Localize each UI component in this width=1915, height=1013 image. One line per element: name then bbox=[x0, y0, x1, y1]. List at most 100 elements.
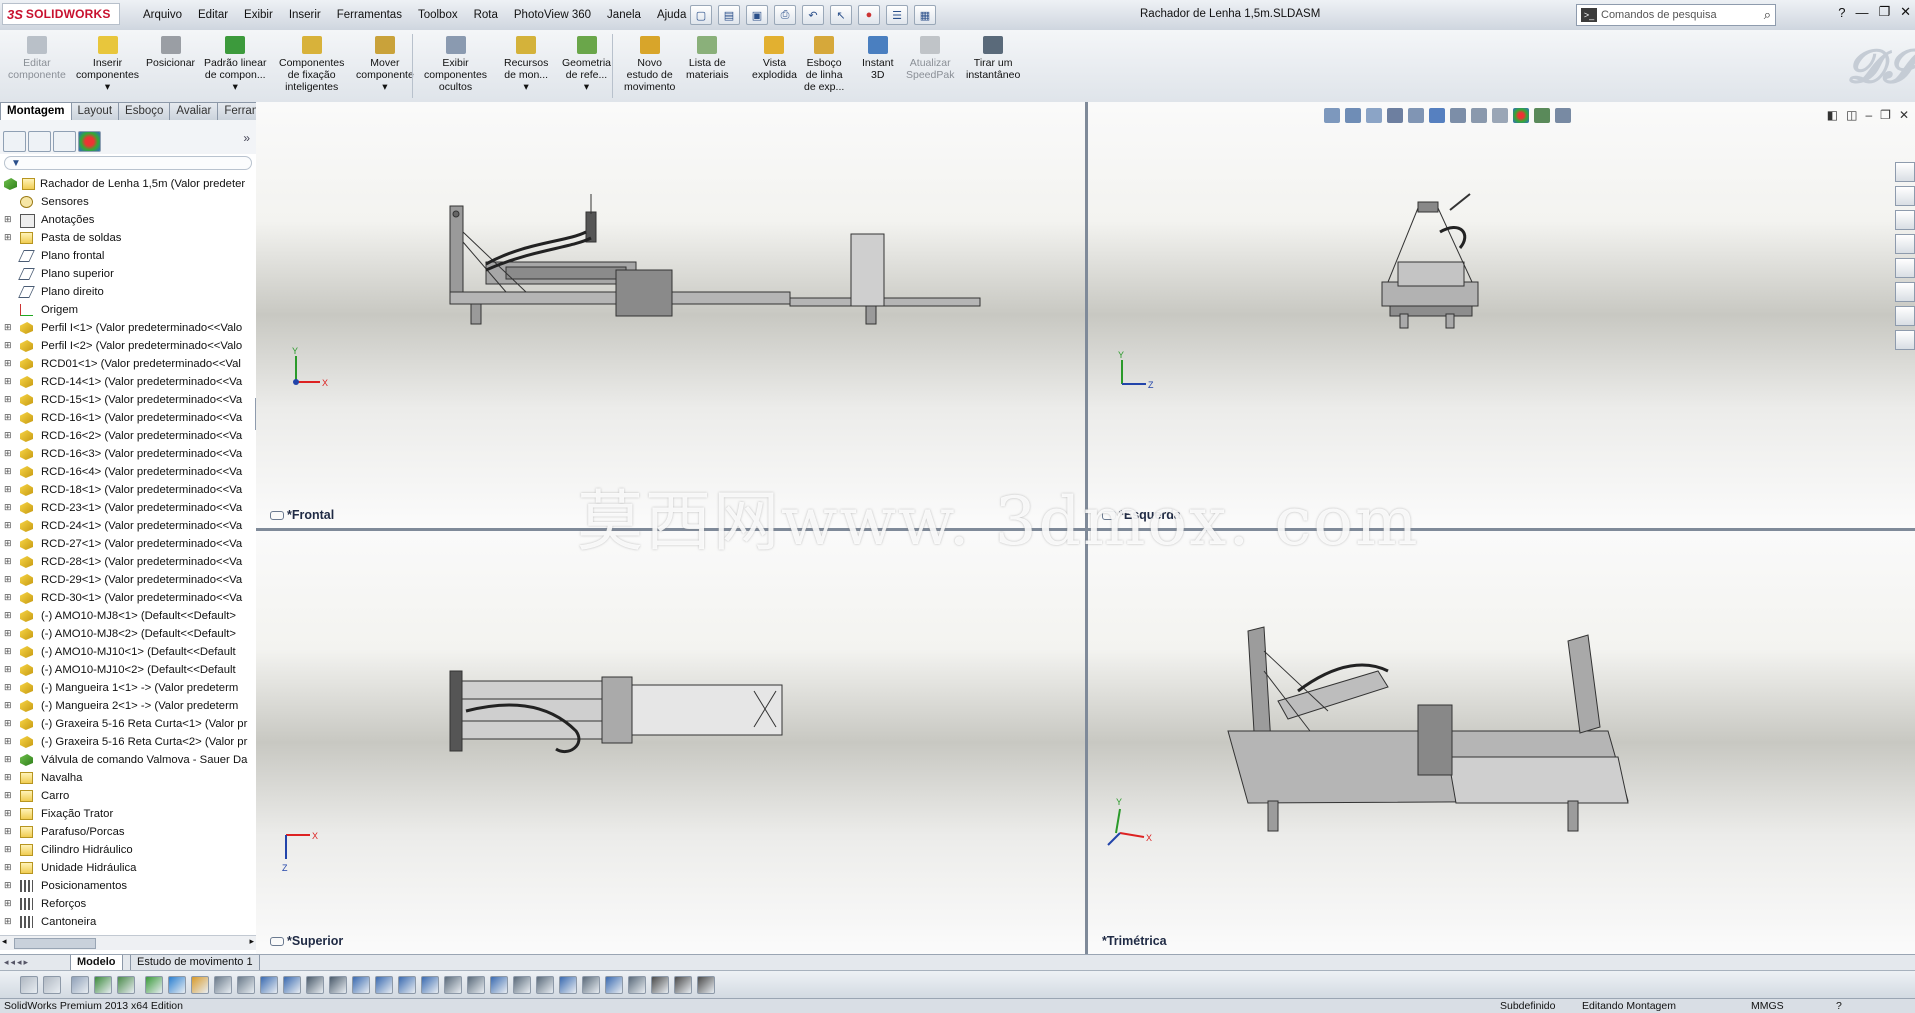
expand-icon[interactable]: ⊞ bbox=[4, 719, 12, 728]
tree-item[interactable]: ⊞ RCD-18<1> (Valor predeterminado<<Va bbox=[0, 481, 256, 499]
command-button-15[interactable]: Tirar um instantâneo bbox=[966, 36, 1020, 81]
viewport-close-icon[interactable]: ✕ bbox=[1899, 108, 1909, 122]
tree-filter-field[interactable]: ▼ bbox=[4, 156, 252, 170]
rebuild-icon[interactable]: ● bbox=[858, 5, 880, 25]
zoom-to-fit-icon[interactable] bbox=[1324, 108, 1340, 123]
expand-icon[interactable]: ⊞ bbox=[4, 863, 12, 872]
tree-item[interactable]: ⊞ Reforços bbox=[0, 895, 256, 913]
expand-icon[interactable]: ⊞ bbox=[4, 647, 12, 656]
tree-root-assembly[interactable]: Rachador de Lenha 1,5m (Valor predeter bbox=[0, 175, 256, 193]
two-view-icon[interactable]: ◫ bbox=[1846, 108, 1857, 122]
expand-icon[interactable]: ⊞ bbox=[4, 629, 12, 638]
search-input[interactable]: Comandos de pesquisa bbox=[1601, 9, 1717, 21]
view-toolbar-icon-18[interactable] bbox=[444, 976, 462, 994]
viewport-esquerda[interactable]: Y Z ◧ ◫ – ❐ ✕ *Esquerda bbox=[1088, 102, 1915, 528]
view-toolbar-icon-13[interactable] bbox=[329, 976, 347, 994]
viewport-trimetrica[interactable]: Y X *Trimétrica bbox=[1088, 531, 1915, 954]
restore-icon[interactable]: ❐ bbox=[1878, 4, 1890, 20]
single-view-icon[interactable]: ◧ bbox=[1827, 108, 1838, 122]
tree-item[interactable]: ⊞ RCD-24<1> (Valor predeterminado<<Va bbox=[0, 517, 256, 535]
command-button-0[interactable]: Editar componente bbox=[8, 36, 66, 81]
displaymanager-tab-icon[interactable] bbox=[78, 131, 101, 152]
edit-appearance-icon[interactable] bbox=[1492, 108, 1508, 123]
view-palette-icon[interactable] bbox=[1895, 234, 1915, 254]
view-settings-icon[interactable] bbox=[1534, 108, 1550, 123]
expand-icon[interactable]: ⊞ bbox=[4, 323, 12, 332]
solidworks-resources-icon[interactable] bbox=[1895, 162, 1915, 182]
view-toolbar-icon-24[interactable] bbox=[582, 976, 600, 994]
view-toolbar-icon-1[interactable] bbox=[43, 976, 61, 994]
tree-item[interactable]: ⊞ Carro bbox=[0, 787, 256, 805]
expand-icon[interactable]: ⊞ bbox=[4, 593, 12, 602]
view-toolbar-icon-11[interactable] bbox=[283, 976, 301, 994]
command-button-3[interactable]: Padrão linear de compon... ▾ bbox=[204, 36, 266, 93]
render-tools-icon[interactable] bbox=[1555, 108, 1571, 123]
tree-item[interactable]: ⊞ (-) Graxeira 5-16 Reta Curta<2> (Valor … bbox=[0, 733, 256, 751]
tab-3[interactable]: Avaliar bbox=[170, 102, 219, 121]
expand-icon[interactable]: ⊞ bbox=[4, 881, 12, 890]
view-orientation-icon[interactable] bbox=[1429, 108, 1445, 123]
print-icon[interactable]: ⎙ bbox=[774, 5, 796, 25]
photoview-icon[interactable] bbox=[1895, 306, 1915, 326]
help-icon[interactable]: ? bbox=[1836, 999, 1842, 1013]
tree-item[interactable]: ⊞ Fixação Trator bbox=[0, 805, 256, 823]
tree-item[interactable]: ⊞ RCD-15<1> (Valor predeterminado<<Va bbox=[0, 391, 256, 409]
tree-item[interactable]: ⊞ (-) AMO10-MJ8<2> (Default<<Default> bbox=[0, 625, 256, 643]
search-icon[interactable]: ⌕ bbox=[1764, 7, 1771, 23]
tree-item[interactable]: Plano direito bbox=[0, 283, 256, 301]
command-button-1[interactable]: Inserir componentes ▾ bbox=[76, 36, 139, 93]
scrollbar-thumb[interactable] bbox=[14, 938, 96, 949]
view-toolbar-icon-22[interactable] bbox=[536, 976, 554, 994]
expand-icon[interactable]: ⊞ bbox=[4, 503, 12, 512]
view-toolbar-icon-4[interactable] bbox=[117, 976, 135, 994]
command-button-8[interactable]: Geometria de refe... ▾ bbox=[562, 36, 611, 93]
section-view-icon[interactable] bbox=[1387, 108, 1403, 123]
expand-icon[interactable]: ⊞ bbox=[4, 827, 12, 836]
tree-item[interactable]: ⊞ RCD-14<1> (Valor predeterminado<<Va bbox=[0, 373, 256, 391]
menu-1[interactable]: Editar bbox=[190, 9, 236, 21]
expand-icon[interactable]: ⊞ bbox=[4, 791, 12, 800]
command-button-11[interactable]: Vista explodida bbox=[752, 36, 797, 81]
menu-2[interactable]: Exibir bbox=[236, 9, 281, 21]
menu-3[interactable]: Inserir bbox=[281, 9, 329, 21]
view-toolbar-icon-29[interactable] bbox=[697, 976, 715, 994]
tree-item[interactable]: ⊞ RCD-16<1> (Valor predeterminado<<Va bbox=[0, 409, 256, 427]
scroll-right-icon[interactable]: ▸ bbox=[249, 936, 254, 947]
expand-icon[interactable]: ⊞ bbox=[4, 233, 12, 242]
expand-icon[interactable]: ⊞ bbox=[4, 377, 12, 386]
file-explorer-icon[interactable] bbox=[1895, 210, 1915, 230]
apply-scene-icon[interactable] bbox=[1513, 108, 1529, 123]
command-button-12[interactable]: Esboço de linha de exp... bbox=[804, 36, 844, 93]
tab-0[interactable]: Montagem bbox=[0, 102, 72, 121]
expand-panel-icon[interactable]: » bbox=[243, 131, 250, 145]
view-toolbar-icon-19[interactable] bbox=[467, 976, 485, 994]
command-button-14[interactable]: Atualizar SpeedPak bbox=[906, 36, 954, 81]
expand-icon[interactable]: ⊞ bbox=[4, 683, 12, 692]
tree-item[interactable]: ⊞ RCD-16<2> (Valor predeterminado<<Va bbox=[0, 427, 256, 445]
tree-item[interactable]: ⊞ Perfil I<1> (Valor predeterminado<<Valo bbox=[0, 319, 256, 337]
view-toolbar-icon-15[interactable] bbox=[375, 976, 393, 994]
open-folder-icon[interactable]: ▤ bbox=[718, 5, 740, 25]
solidworks-logo[interactable]: 3S SOLIDWORKS bbox=[2, 3, 120, 25]
expand-icon[interactable]: ⊞ bbox=[4, 611, 12, 620]
expand-icon[interactable]: ⊞ bbox=[4, 809, 12, 818]
view-toolbar-icon-16[interactable] bbox=[398, 976, 416, 994]
expand-icon[interactable]: ⊞ bbox=[4, 575, 12, 584]
expand-icon[interactable]: ⊞ bbox=[4, 521, 12, 530]
expand-icon[interactable]: ⊞ bbox=[4, 899, 12, 908]
menu-6[interactable]: Rota bbox=[466, 9, 506, 21]
expand-icon[interactable]: ⊞ bbox=[4, 557, 12, 566]
undo-icon[interactable]: ↶ bbox=[802, 5, 824, 25]
propertymanager-tab-icon[interactable] bbox=[28, 131, 51, 152]
view-toolbar-icon-3[interactable] bbox=[94, 976, 112, 994]
tree-item[interactable]: Sensores bbox=[0, 193, 256, 211]
menu-0[interactable]: Arquivo bbox=[135, 9, 190, 21]
viewport-minimize-icon[interactable]: – bbox=[1865, 108, 1872, 122]
expand-icon[interactable]: ⊞ bbox=[4, 917, 12, 926]
configurationmanager-tab-icon[interactable] bbox=[53, 131, 76, 152]
appearances-scenes-icon[interactable] bbox=[1895, 258, 1915, 278]
tab-motion-study[interactable]: Estudo de movimento 1 bbox=[130, 955, 260, 971]
view-toolbar-icon-17[interactable] bbox=[421, 976, 439, 994]
tree-item[interactable]: ⊞ RCD-29<1> (Valor predeterminado<<Va bbox=[0, 571, 256, 589]
expand-icon[interactable]: ⊞ bbox=[4, 467, 12, 476]
